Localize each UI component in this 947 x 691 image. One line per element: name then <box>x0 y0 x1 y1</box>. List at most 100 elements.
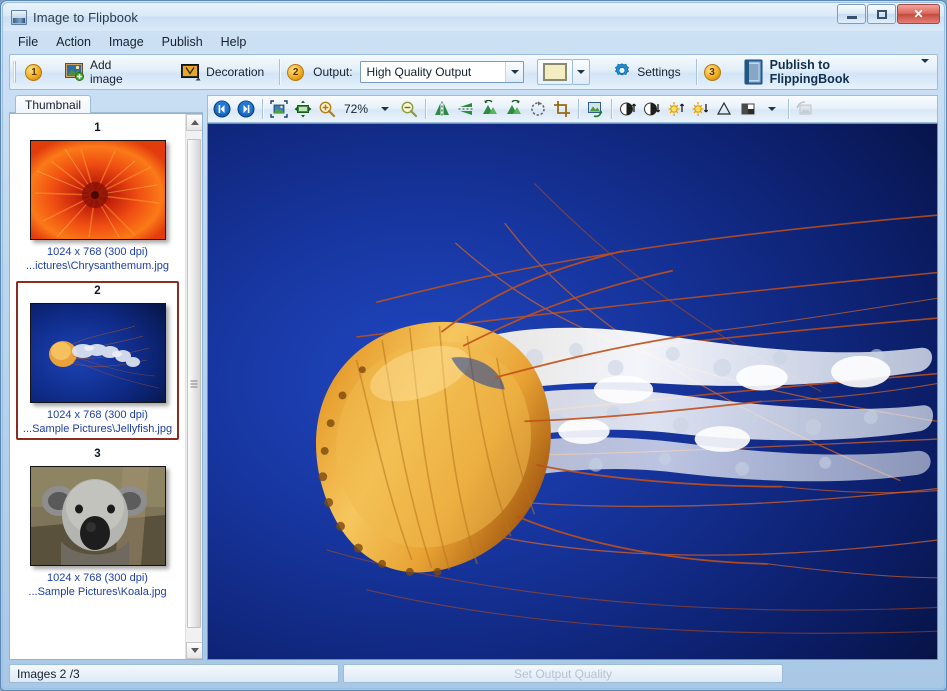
thumbnail-path: ...Sample Pictures\Koala.jpg <box>28 586 167 598</box>
app-icon <box>11 9 27 25</box>
zoom-dropdown-icon[interactable] <box>373 97 397 121</box>
publish-label: Publish to FlippingBook <box>769 58 850 86</box>
step-2-badge: 2 <box>287 63 305 81</box>
scroll-down-button[interactable] <box>186 642 202 659</box>
status-bar: Images 2 /3 Set Output Quality <box>9 663 938 684</box>
brightness-increase-icon[interactable] <box>664 97 688 121</box>
image-toolbar-separator-5 <box>788 99 789 119</box>
tab-strip: Thumbnail <box>9 95 203 113</box>
preview-panel: 72% <box>207 95 938 660</box>
rotate-free-icon[interactable] <box>526 97 550 121</box>
thumbnail-dimensions: 1024 x 768 (300 dpi) <box>47 409 148 421</box>
settings-button[interactable]: Settings <box>604 58 688 86</box>
image-toolbar-separator-3 <box>578 99 579 119</box>
thumbnail-path: ...Sample Pictures\Jellyfish.jpg <box>22 423 173 435</box>
contrast-increase-icon[interactable] <box>616 97 640 121</box>
thumbnail-dimensions: 1024 x 768 (300 dpi) <box>47 246 148 258</box>
thumbnail-item-3[interactable]: 3 1024 x 768 (300 dpi) ...Sample Picture… <box>16 444 179 603</box>
thumbnail-item-2[interactable]: 2 1024 x 768 (300 dpi) ...Sample Picture… <box>16 281 179 440</box>
settings-label: Settings <box>637 65 681 79</box>
zoom-out-icon[interactable] <box>397 97 421 121</box>
maximize-button[interactable] <box>867 4 896 24</box>
next-image-icon[interactable] <box>234 97 258 121</box>
actual-size-icon[interactable] <box>291 97 315 121</box>
crop-icon[interactable] <box>550 97 574 121</box>
menu-bar: File Action Image Publish Help <box>9 32 938 52</box>
scrollbar-thumb[interactable] <box>187 139 201 628</box>
window-inner: Image to Flipbook ✕ File Action Image Pu… <box>2 2 945 689</box>
progress-label: Set Output Quality <box>513 666 613 681</box>
output-quality-value: High Quality Output <box>366 65 472 79</box>
progress-panel: Set Output Quality <box>343 664 783 683</box>
image-toolbar-separator-1 <box>262 99 263 119</box>
image-toolbar-separator-2 <box>425 99 426 119</box>
thumbnail-index: 1 <box>94 122 101 134</box>
resize-image-icon[interactable] <box>583 97 607 121</box>
add-image-icon <box>64 63 85 81</box>
tab-thumbnail-label: Thumbnail <box>25 97 82 112</box>
jellyfish-thumbnail[interactable] <box>29 303 166 403</box>
menu-item-publish[interactable]: Publish <box>153 33 212 51</box>
undo-icon[interactable] <box>793 97 817 121</box>
thumbnail-path: ...ictures\Chrysanthemum.jpg <box>25 260 170 272</box>
gear-icon <box>612 62 632 82</box>
thumbnail-scrollbar[interactable] <box>185 114 202 659</box>
flip-horizontal-icon[interactable] <box>430 97 454 121</box>
grayscale-dropdown-icon[interactable] <box>760 97 784 121</box>
scroll-up-button[interactable] <box>186 114 202 131</box>
sharpen-icon[interactable] <box>712 97 736 121</box>
koala-thumbnail[interactable] <box>29 466 166 566</box>
thumbnail-panel: Thumbnail 1 1024 x 768 (300 dpi) ...ictu… <box>9 95 203 660</box>
tab-thumbnail[interactable]: Thumbnail <box>15 95 92 113</box>
rotate-right-icon[interactable] <box>502 97 526 121</box>
menu-item-image[interactable]: Image <box>100 33 153 51</box>
close-button[interactable]: ✕ <box>897 4 940 24</box>
thumbnail-index: 3 <box>94 448 101 460</box>
previous-image-icon[interactable] <box>210 97 234 121</box>
toolbar-separator-1 <box>279 59 281 85</box>
chrysanthemum-thumbnail[interactable] <box>29 140 166 240</box>
rotate-left-icon[interactable] <box>478 97 502 121</box>
output-quality-select[interactable]: High Quality Output <box>359 61 525 83</box>
brightness-decrease-icon[interactable] <box>688 97 712 121</box>
images-count-panel: Images 2 /3 <box>9 664 339 683</box>
contrast-decrease-icon[interactable] <box>640 97 664 121</box>
toolbar-grip[interactable] <box>13 61 18 83</box>
publish-dropdown[interactable] <box>921 59 929 81</box>
jellyfish-preview[interactable] <box>207 123 938 660</box>
step-1-badge: 1 <box>25 63 43 81</box>
color-swatch <box>543 63 568 81</box>
image-toolbar-separator-4 <box>611 99 612 119</box>
add-image-label: Add image <box>89 58 123 86</box>
main-toolbar: 1 Add image Decoration 2 Output: High Qu… <box>9 54 938 90</box>
image-toolbar: 72% <box>207 95 938 123</box>
add-image-button[interactable]: Add image <box>57 54 155 90</box>
menu-item-file[interactable]: File <box>9 33 47 51</box>
book-icon <box>743 59 765 85</box>
decoration-button[interactable]: Decoration <box>173 60 272 85</box>
publish-to-flippingbook-button[interactable]: Publish to FlippingBook <box>735 54 921 90</box>
grayscale-icon[interactable] <box>736 97 760 121</box>
thumbnail-index: 2 <box>94 285 101 297</box>
output-label: Output: <box>313 65 353 79</box>
app-window: Image to Flipbook ✕ File Action Image Pu… <box>0 0 947 691</box>
thumbnail-item-1[interactable]: 1 1024 x 768 (300 dpi) ...ictures\Chrysa… <box>16 118 179 277</box>
zoom-in-icon[interactable] <box>315 97 339 121</box>
thumbnail-list: 1 1024 x 768 (300 dpi) ...ictures\Chrysa… <box>10 114 185 659</box>
step-3-badge: 3 <box>703 63 721 81</box>
menu-item-action[interactable]: Action <box>47 33 100 51</box>
menu-item-help[interactable]: Help <box>212 33 256 51</box>
minimize-button[interactable] <box>837 4 866 24</box>
page-color-button[interactable] <box>537 59 574 85</box>
chevron-down-icon[interactable] <box>505 62 524 82</box>
window-title: Image to Flipbook <box>33 9 139 25</box>
page-color-dropdown[interactable] <box>573 59 591 85</box>
thumbnail-list-area: 1 1024 x 768 (300 dpi) ...ictures\Chrysa… <box>9 113 203 660</box>
zoom-level: 72% <box>343 102 369 116</box>
flip-vertical-icon[interactable] <box>454 97 478 121</box>
decoration-icon <box>181 63 201 81</box>
title-bar[interactable]: Image to Flipbook ✕ <box>3 3 944 31</box>
window-controls: ✕ <box>837 4 940 24</box>
fit-to-window-icon[interactable] <box>267 97 291 121</box>
toolbar-separator-2 <box>695 59 697 85</box>
